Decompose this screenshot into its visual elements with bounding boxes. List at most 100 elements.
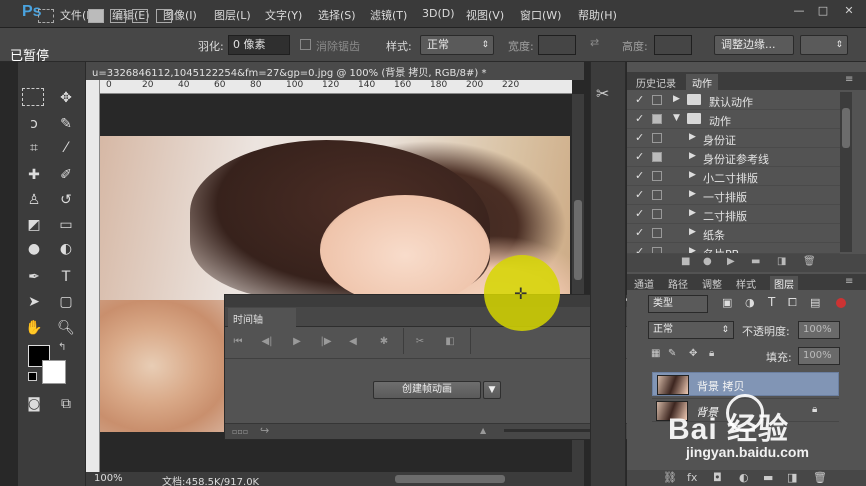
history-brush-tool-icon[interactable]: ↺ [54,189,78,211]
eraser-tool-icon[interactable]: ◩ [22,214,46,236]
dialog-toggle-box[interactable] [652,209,662,219]
toggle-check-icon[interactable]: ✓ [635,188,644,201]
filter-adjustment-icon[interactable]: ◑ [745,296,755,309]
zoom-tool-icon[interactable]: 🔍︎ [54,317,78,339]
lock-transparent-icon[interactable]: ▦ [651,348,660,359]
blur-tool-icon[interactable]: ● [22,238,46,260]
chevron-down-icon[interactable]: ▼ [483,381,501,399]
swap-colors-icon[interactable]: ↰ [58,342,66,353]
lock-position-icon[interactable]: ✥ [689,348,697,359]
play-icon[interactable]: ▶ [289,334,305,350]
hand-tool-icon[interactable]: ✋ [22,317,46,339]
timeline-header[interactable] [225,295,651,307]
expand-arrow-icon[interactable]: ▶ [689,227,696,237]
stop-icon[interactable]: ■ [681,256,690,267]
quick-mask-icon[interactable]: ◙ [22,393,46,415]
dialog-toggle-box[interactable] [652,190,662,200]
menu-window[interactable]: 窗口(W) [520,7,561,23]
link-icon[interactable]: ⛓ [663,471,677,484]
menu-help[interactable]: 帮助(H) [578,7,617,23]
action-row[interactable]: ✓ ▶ 纸条 [627,224,840,243]
swap-icon[interactable]: ⇄ [590,36,599,49]
brush-tool-icon[interactable]: ✐ [54,164,78,186]
style-dropdown[interactable]: 正常 ⇕ [420,35,494,55]
gradient-tool-icon[interactable]: ▭ [54,214,78,236]
toggle-check-icon[interactable]: ✓ [635,207,644,220]
panel-menu-icon[interactable]: ≡ [845,276,853,287]
toggle-check-icon[interactable]: ✓ [635,131,644,144]
vertical-scrollbar-thumb[interactable] [574,200,582,280]
trash-icon[interactable]: 🗑︎ [803,256,816,267]
convert-icon[interactable]: ↪ [260,424,269,437]
quick-select-tool-icon[interactable]: ✎ [54,113,78,135]
close-button[interactable]: ✕ [838,3,860,19]
next-frame-icon[interactable]: |▶ [318,334,334,350]
tab-layers[interactable]: 图层 [770,276,798,291]
first-frame-icon[interactable]: ⏮ [230,334,246,350]
actions-scrollbar-thumb[interactable] [842,108,850,148]
play-icon[interactable]: ▶ [727,256,735,267]
timeline-zoom-slider[interactable] [504,429,594,432]
menu-layer[interactable]: 图层(L) [214,7,251,23]
action-row[interactable]: ✓ ▶ 身份证参考线 [627,148,840,167]
action-set-row[interactable]: ✓ ▶ 默认动作 [627,91,840,110]
toggle-check-icon[interactable]: ✓ [635,150,644,163]
trash-icon[interactable]: 🗑︎ [813,471,827,484]
create-frame-animation-button[interactable]: 创建帧动画 [373,381,481,399]
opacity-input[interactable]: 100% [798,321,840,339]
width-input[interactable] [538,35,576,55]
toggle-check-icon[interactable]: ✓ [635,169,644,182]
transition-icon[interactable]: ◧ [442,334,458,350]
refine-edge-button[interactable]: 调整边缘... [714,35,794,55]
tab-timeline[interactable]: 时间轴 [228,308,296,327]
dialog-toggle-box[interactable] [652,114,662,124]
zoom-level[interactable]: 100% [94,473,123,484]
dialog-toggle-box[interactable] [652,171,662,181]
marquee-tool-icon[interactable] [22,88,44,106]
tab-styles[interactable]: 样式 [732,276,760,291]
dialog-toggle-box[interactable] [652,133,662,143]
split-scissors-icon[interactable]: ✂ [412,334,428,350]
tab-history[interactable]: 历史记录 [630,74,682,90]
tab-channels[interactable]: 通道 [630,276,658,291]
pen-tool-icon[interactable]: ✒ [22,266,46,288]
lock-pixels-icon[interactable]: ✎ [668,348,676,359]
collapse-arrow-icon[interactable]: ▼ [673,113,680,123]
frame-view-icon[interactable]: ▫▫▫ [232,427,248,436]
default-colors-icon[interactable] [28,372,37,381]
intersect-selection-icon[interactable] [156,9,172,23]
menu-select[interactable]: 选择(S) [318,7,356,23]
previous-frame-icon[interactable]: ◀| [259,334,275,350]
record-icon[interactable]: ● [703,256,712,267]
mask-icon[interactable]: ◘ [713,471,722,484]
horizontal-scrollbar-thumb[interactable] [395,475,505,483]
expand-arrow-icon[interactable]: ▶ [689,170,696,180]
add-selection-icon[interactable] [110,9,126,23]
maximize-button[interactable]: □ [812,3,834,19]
path-select-tool-icon[interactable]: ➤ [22,291,46,313]
layer-row-selected[interactable]: 背景 拷贝 [652,372,839,396]
healing-brush-tool-icon[interactable]: ✚ [22,164,46,186]
toggle-check-icon[interactable]: ✓ [635,226,644,239]
height-input[interactable] [654,35,692,55]
dialog-toggle-box[interactable] [652,95,662,105]
subtract-selection-icon[interactable] [132,9,148,23]
tab-actions[interactable]: 动作 [686,74,718,90]
expand-arrow-icon[interactable]: ▶ [689,208,696,218]
filter-toggle-icon[interactable] [836,298,846,308]
expand-arrow-icon[interactable]: ▶ [689,132,696,142]
action-row[interactable]: ✓ ▶ 二寸排版 [627,205,840,224]
toggle-check-icon[interactable]: ✓ [635,245,644,253]
tab-paths[interactable]: 路径 [664,276,692,291]
expand-arrow-icon[interactable]: ▶ [689,246,696,253]
clone-stamp-tool-icon[interactable]: ♙ [22,189,46,211]
zoom-out-icon[interactable]: ▲ [480,426,486,435]
new-action-icon[interactable]: ◨ [777,256,786,267]
shape-tool-icon[interactable]: ▢ [54,291,78,313]
filter-smart-icon[interactable]: ▤ [810,296,820,309]
dialog-toggle-box[interactable] [652,152,662,162]
new-selection-icon[interactable] [88,9,104,23]
tools-scissors-icon[interactable]: ✂ [596,84,609,103]
new-set-folder-icon[interactable]: ▬ [751,256,760,267]
settings-gear-icon[interactable]: ✱ [376,334,392,350]
